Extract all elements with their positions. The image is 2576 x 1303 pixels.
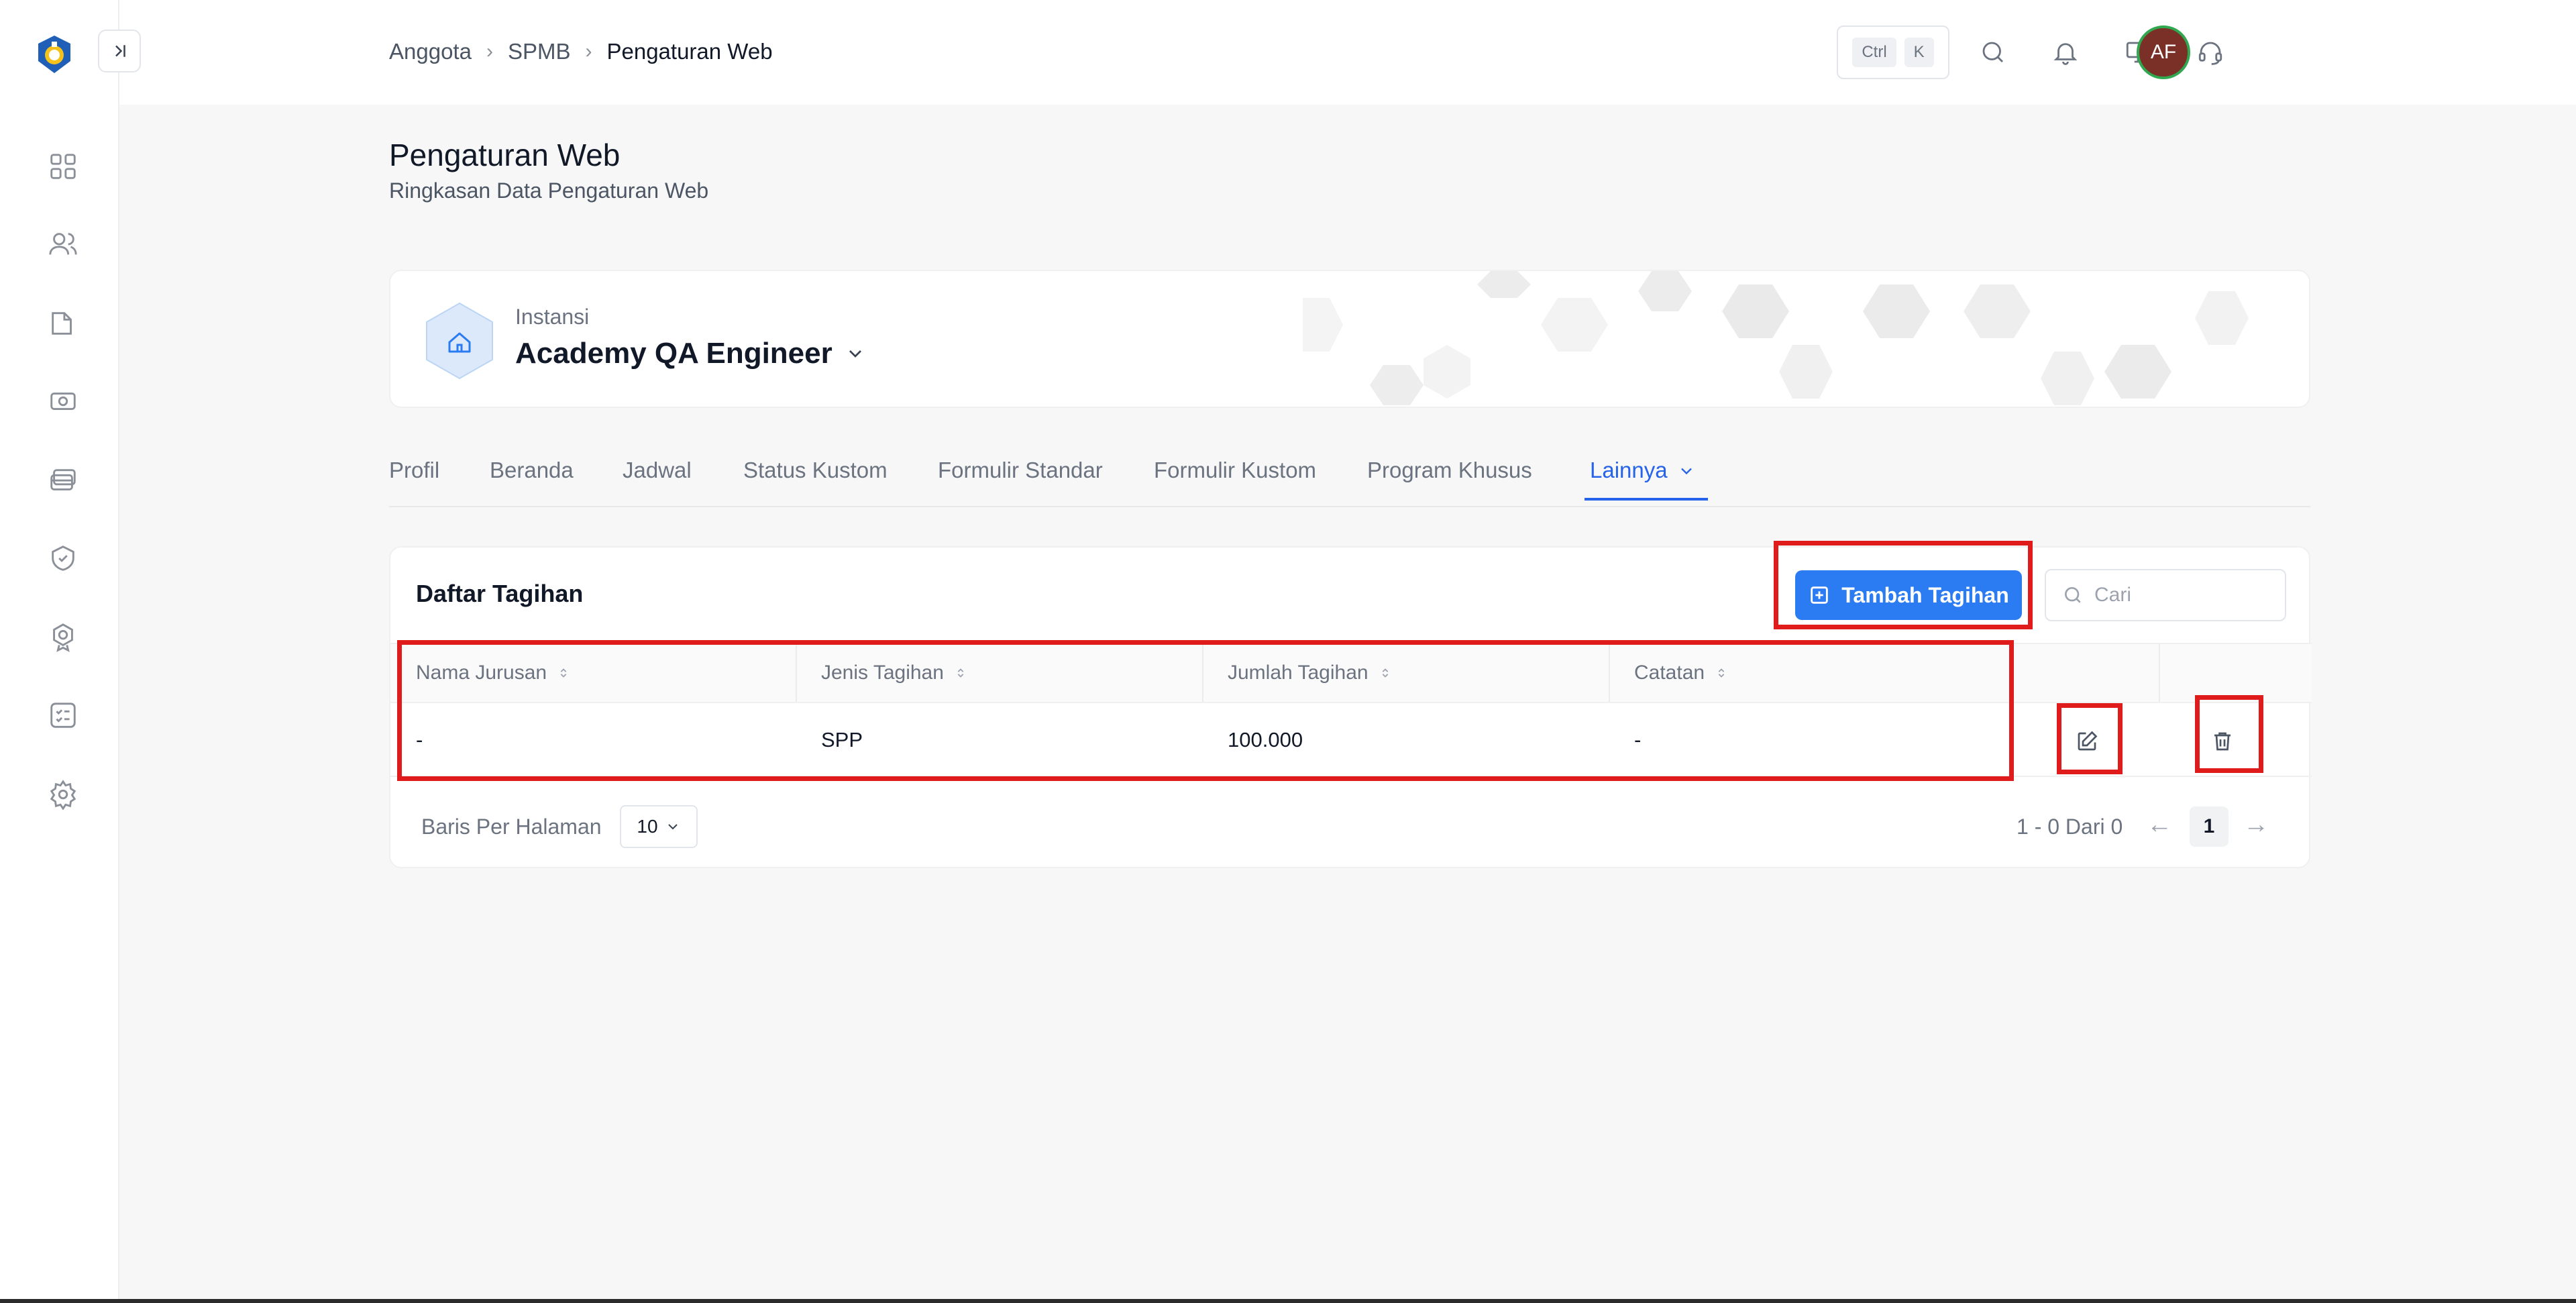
tab-formulir-standar[interactable]: Formulir Standar xyxy=(938,458,1103,498)
breadcrumb-item-anggota[interactable]: Anggota xyxy=(389,39,472,64)
kbd-k: K xyxy=(1904,38,1934,67)
page-subtitle: Ringkasan Data Pengaturan Web xyxy=(389,178,709,203)
tab-lainnya[interactable]: Lainnya xyxy=(1590,458,1696,498)
tab-beranda[interactable]: Beranda xyxy=(490,458,574,498)
chevron-down-icon xyxy=(667,824,678,830)
tab-profil[interactable]: Profil xyxy=(389,458,439,498)
rows-per-page-select[interactable]: 10 xyxy=(620,805,698,848)
search-field[interactable] xyxy=(2045,569,2286,621)
app-logo-icon[interactable] xyxy=(34,34,75,75)
annotation-box-add-button xyxy=(1774,541,2033,629)
settings-icon[interactable] xyxy=(43,774,83,815)
tab-formulir-kustom[interactable]: Formulir Kustom xyxy=(1154,458,1316,498)
tab-lainnya-label: Lainnya xyxy=(1590,458,1668,482)
next-page-icon[interactable]: → xyxy=(2243,811,2269,839)
search-icon[interactable] xyxy=(1973,32,2013,72)
sidebar-toggle-button[interactable] xyxy=(98,30,141,72)
window-bottom-edge xyxy=(0,1299,2576,1303)
annotation-box-delete xyxy=(2195,695,2263,773)
settings-tabs: Profil Beranda Jadwal Status Kustom Form… xyxy=(389,448,2310,507)
headset-icon[interactable] xyxy=(2190,32,2231,72)
dashboard-icon[interactable] xyxy=(43,146,83,187)
money-icon[interactable] xyxy=(43,381,83,421)
chevron-right-icon: › xyxy=(585,40,592,62)
institution-label: Instansi xyxy=(515,305,590,329)
avatar[interactable]: AF xyxy=(2137,25,2190,79)
rows-per-page-label: Baris Per Halaman xyxy=(421,815,602,839)
page-number-button[interactable]: 1 xyxy=(2190,806,2229,847)
annotation-box-edit xyxy=(2057,703,2123,774)
card-title: Daftar Tagihan xyxy=(416,580,584,607)
collapse-icon xyxy=(115,45,125,57)
search-icon xyxy=(2065,587,2081,603)
sidebar xyxy=(0,0,119,1303)
folder-icon[interactable] xyxy=(43,303,83,344)
institution-selector[interactable]: Academy QA Engineer xyxy=(515,337,866,370)
column-divider xyxy=(2159,644,2160,702)
breadcrumb-item-current: Pengaturan Web xyxy=(606,39,773,64)
badge-icon[interactable] xyxy=(43,538,83,578)
credit-card-icon[interactable] xyxy=(43,460,83,501)
command-palette-button[interactable]: Ctrl K xyxy=(1837,25,1949,79)
home-icon xyxy=(426,302,493,380)
users-icon[interactable] xyxy=(43,224,83,264)
rows-per-page-value: 10 xyxy=(637,816,658,837)
active-tab-indicator xyxy=(1585,498,1708,501)
hexagon-pattern-icon xyxy=(1303,271,2249,405)
tab-status-kustom[interactable]: Status Kustom xyxy=(743,458,888,498)
award-icon[interactable] xyxy=(43,617,83,658)
page-range-text: 1 - 0 Dari 0 xyxy=(2017,815,2123,839)
tab-program-khusus[interactable]: Program Khusus xyxy=(1367,458,1532,498)
checklist-icon[interactable] xyxy=(43,695,83,735)
annotation-box-table-row xyxy=(397,640,2014,781)
search-input[interactable] xyxy=(2094,584,2269,607)
chevron-down-icon xyxy=(849,350,861,358)
bell-icon[interactable] xyxy=(2045,32,2086,72)
pagination: Baris Per Halaman 10 1 - 0 Dari 0 ← 1 → xyxy=(390,805,2312,852)
prev-page-icon[interactable]: ← xyxy=(2147,811,2172,839)
tab-jadwal[interactable]: Jadwal xyxy=(623,458,692,498)
breadcrumb: Anggota › SPMB › Pengaturan Web xyxy=(389,35,773,68)
chevron-down-icon xyxy=(1680,468,1692,475)
institution-card: Instansi Academy QA Engineer xyxy=(389,270,2310,408)
institution-name: Academy QA Engineer xyxy=(515,337,833,370)
chevron-right-icon: › xyxy=(486,40,493,62)
page-title: Pengaturan Web xyxy=(389,138,621,172)
breadcrumb-item-spmb[interactable]: SPMB xyxy=(508,39,571,64)
top-header: Anggota › SPMB › Pengaturan Web Ctrl K A… xyxy=(119,0,2576,105)
kbd-ctrl: Ctrl xyxy=(1852,38,1896,67)
